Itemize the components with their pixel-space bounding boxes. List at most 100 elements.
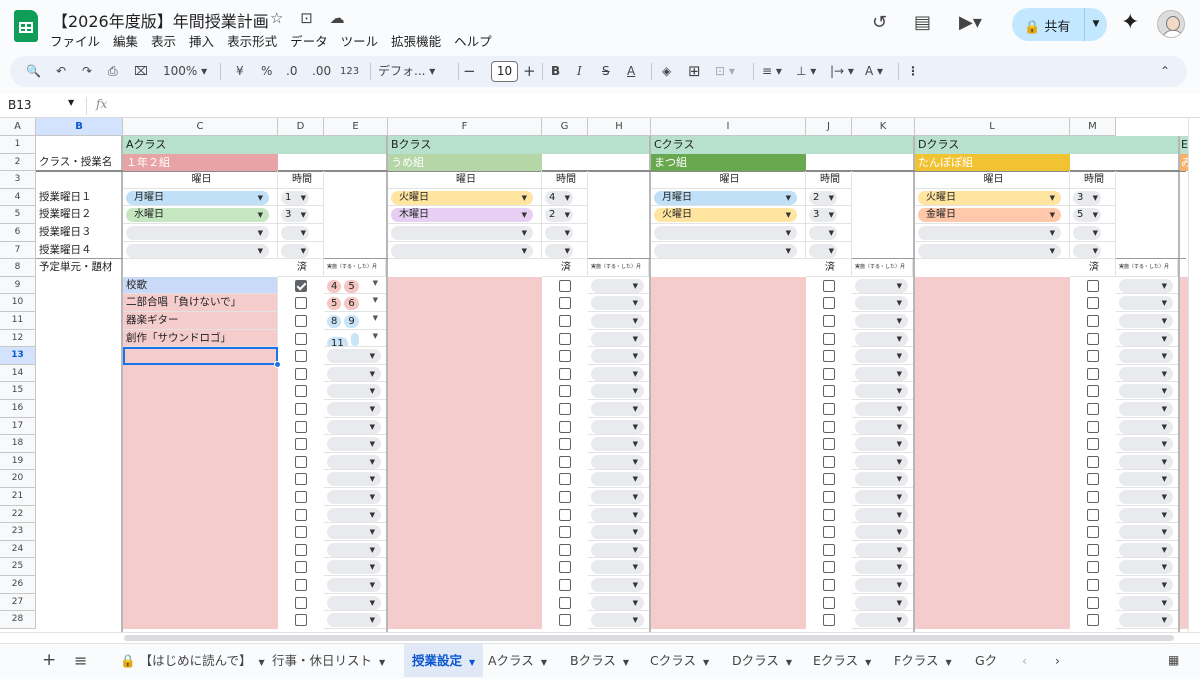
search-menus-icon[interactable]: 🔍 [26,56,41,87]
done-checkbox[interactable] [1087,561,1099,574]
done-checkbox[interactable] [295,403,307,415]
done-checkbox[interactable] [1087,543,1099,556]
done-checkbox[interactable] [559,455,571,468]
selection-handle[interactable] [274,360,281,368]
month-dropdown-cell[interactable]: ▼ [852,277,913,295]
done-checkbox[interactable] [1087,332,1099,345]
done-checkbox[interactable] [559,526,571,539]
row-header-24[interactable]: 24 [0,540,36,559]
month-chip[interactable]: 5 [327,297,342,311]
document-title[interactable]: 【2026年度版】年間授業計画 [52,8,269,32]
row-header-6[interactable]: 6 [0,224,36,242]
month-chip[interactable]: ▼ [1119,595,1173,610]
text-color-icon[interactable]: A [627,56,635,87]
increase-font-size-icon[interactable]: + [523,56,536,87]
month-dropdown-cell[interactable]: ▼ [324,523,386,541]
month-dropdown-cell[interactable]: ▼ [1116,523,1178,541]
day-chip[interactable]: ▼ [918,226,1061,240]
time-chip[interactable]: 4 ▼ [545,190,573,205]
month-dropdown-cell[interactable]: ▼ [1116,470,1178,488]
done-checkbox[interactable] [1087,473,1099,486]
done-checkbox[interactable] [295,543,307,556]
done-checkbox[interactable] [823,596,835,609]
row-header-8[interactable]: 8 [0,259,36,277]
row-header-10[interactable]: 10 [0,294,36,312]
month-dropdown-cell[interactable]: ▼ [324,611,386,629]
done-checkbox[interactable] [1087,297,1099,310]
sheet-tab-4[interactable]: Bクラス ▼ [570,644,629,677]
menu-2[interactable]: 表示 [151,34,176,49]
month-chip[interactable]: ▼ [855,525,908,540]
column-header-M[interactable]: M [1070,118,1116,136]
more-options-icon[interactable]: ⋮ [907,56,919,87]
month-dropdown-cell[interactable]: 11 ▼ [324,330,386,348]
time-dropdown-cell[interactable]: ▼ [278,241,324,260]
day-chip[interactable]: 木曜日 ▼ [391,208,533,223]
share-button[interactable]: 🔒 共有 ▼ [1012,8,1107,41]
day-chip[interactable]: 火曜日 ▼ [918,190,1061,205]
month-chip[interactable]: ▼ [855,472,908,487]
time-dropdown-cell[interactable]: 1 ▼ [278,188,324,207]
time-dropdown-cell[interactable]: ▼ [1070,224,1116,242]
merge-cells-icon[interactable]: ⊡ ▾ [715,56,735,87]
month-chip[interactable]: ▼ [855,490,908,504]
day-chip[interactable]: ▼ [918,243,1061,258]
month-chip[interactable]: ▼ [327,384,381,399]
month-dropdown-cell[interactable]: ▼ [588,418,649,436]
time-chip[interactable]: ▼ [1073,226,1101,240]
day-dropdown-cell[interactable]: ▼ [388,224,542,242]
day-chip[interactable]: ▼ [654,243,797,258]
day-dropdown-cell[interactable]: 月曜日 ▼ [651,188,806,207]
done-checkbox[interactable] [1087,614,1099,627]
month-dropdown-cell[interactable]: ▼ [588,435,649,453]
done-checkbox[interactable] [295,561,307,574]
row-header-27[interactable]: 27 [0,593,36,612]
sheet-tab-1[interactable]: 行事・休日リスト ▼ [272,644,385,677]
done-checkbox[interactable] [1087,579,1099,591]
row-header-19[interactable]: 19 [0,452,36,471]
day-dropdown-cell[interactable]: 金曜日 ▼ [915,206,1070,224]
fill-color-icon[interactable]: ◈ [662,56,671,87]
month-chip[interactable]: ▼ [855,331,908,346]
done-checkbox[interactable] [1087,491,1099,503]
month-dropdown-cell[interactable]: ▼ [1116,330,1178,348]
month-dropdown-cell[interactable]: ▼ [852,330,913,348]
row-header-2[interactable]: 2 [0,153,36,172]
row-header-26[interactable]: 26 [0,576,36,594]
done-checkbox[interactable] [1087,315,1099,327]
row-header-4[interactable]: 4 [0,188,36,207]
column-header-C[interactable]: C [123,118,278,136]
month-chip[interactable]: ▼ [591,525,644,540]
month-dropdown-cell[interactable]: ▼ [852,594,913,612]
time-dropdown-cell[interactable]: 3 ▼ [1070,188,1116,207]
month-chip[interactable]: ▼ [591,278,644,293]
time-dropdown-cell[interactable]: 2 ▼ [806,188,852,207]
avatar[interactable] [1157,10,1185,38]
month-chip[interactable]: ▼ [591,419,644,434]
column-header-B[interactable]: B [36,118,123,136]
month-dropdown-cell[interactable]: ▼ [588,594,649,612]
month-dropdown-cell[interactable]: ▼ [588,541,649,559]
percent-format-button[interactable]: % [261,56,272,87]
done-checkbox[interactable] [559,473,571,486]
month-chip[interactable]: ▼ [855,560,908,575]
done-checkbox[interactable] [559,279,571,292]
day-chip[interactable]: 火曜日 ▼ [391,190,533,205]
column-header-G[interactable]: G [542,118,588,136]
month-chip[interactable]: 5 [344,279,359,293]
month-dropdown-cell[interactable]: ▼ [324,435,386,453]
done-checkbox[interactable] [823,315,835,327]
month-chip[interactable]: ▼ [855,507,908,522]
time-chip[interactable]: ▼ [281,226,309,240]
month-dropdown-cell[interactable]: ▼ [588,312,649,330]
done-checkbox[interactable] [295,526,307,539]
done-checkbox[interactable] [823,543,835,556]
month-chip[interactable]: ▼ [1119,419,1173,434]
month-dropdown-cell[interactable]: ▼ [1116,558,1178,576]
borders-icon[interactable]: ⊞ [688,56,701,87]
column-header-F[interactable]: F [388,118,542,136]
meet-icon[interactable]: ▶▾ [959,12,982,33]
done-checkbox[interactable] [1087,438,1099,451]
row-header-21[interactable]: 21 [0,488,36,506]
menu-0[interactable]: ファイル [50,34,100,49]
